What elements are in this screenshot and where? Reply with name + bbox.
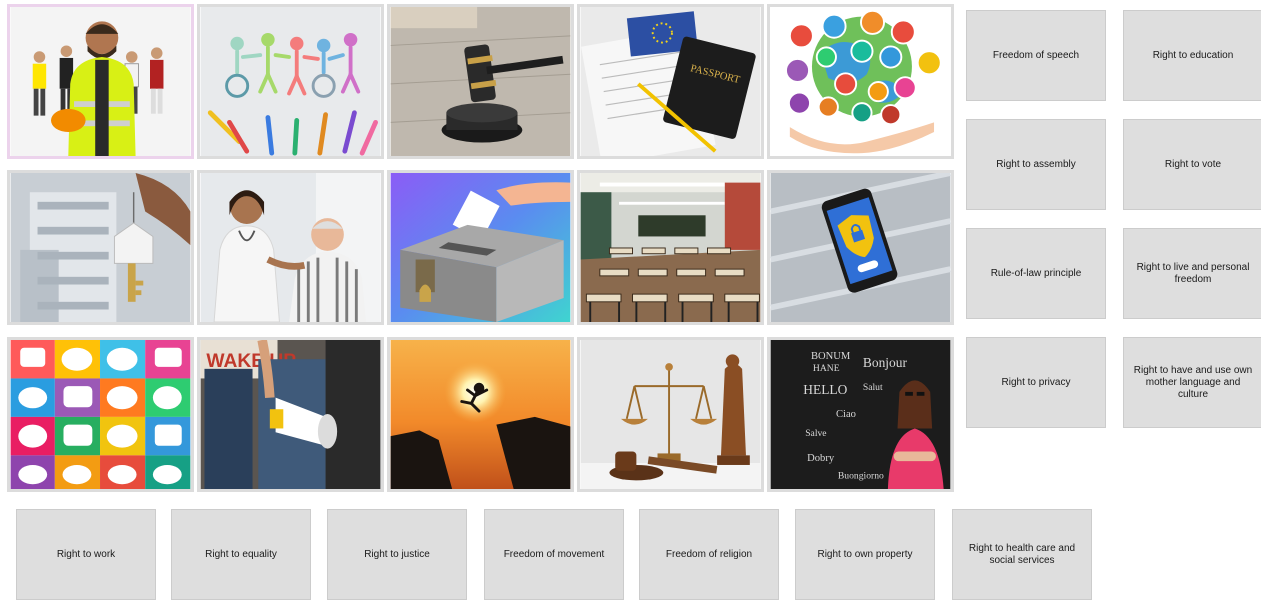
card-rule-of-law[interactable]: Rule-of-law principle [966,228,1106,319]
image-tile-classroom[interactable] [577,170,764,325]
phone-shield-image [770,173,951,322]
nurse-elderly-image [200,173,381,322]
card-right-to-assembly[interactable]: Right to assembly [966,119,1106,210]
chalk-word: BONUM [811,351,851,362]
chalkboard-image: BONUM HANE Bonjour HELLO Salut Ciao Salv… [770,340,951,489]
card-freedom-of-movement[interactable]: Freedom of movement [484,509,624,600]
card-freedom-of-religion[interactable]: Freedom of religion [639,509,779,600]
scales-image [580,340,761,489]
chalk-word: Bonjour [863,355,908,370]
image-tile-workers[interactable] [7,4,194,159]
card-right-to-work[interactable]: Right to work [16,509,156,600]
speech-bubbles-image [10,340,191,489]
chalk-word: HELLO [803,382,847,397]
card-right-to-privacy[interactable]: Right to privacy [966,337,1106,428]
image-tile-ballot[interactable] [387,170,574,325]
card-right-to-vote[interactable]: Right to vote [1123,119,1261,210]
card-right-to-justice[interactable]: Right to justice [327,509,467,600]
paper-people-image [200,7,381,156]
image-tile-house-key[interactable] [7,170,194,325]
gavel-image [390,7,571,156]
chalk-word: Buongiorno [838,470,884,481]
image-tile-scales[interactable] [577,337,764,492]
card-mother-language-and-culture[interactable]: Right to have and use own mother languag… [1123,337,1261,428]
megaphone-image: WAKE UP [200,340,381,489]
image-tile-protest[interactable]: WAKE UP [197,337,384,492]
card-freedom-of-speech[interactable]: Freedom of speech [966,10,1106,101]
card-right-to-education[interactable]: Right to education [1123,10,1261,101]
jump-image [390,340,571,489]
card-right-to-live-and-personal-freedom[interactable]: Right to live and personal freedom [1123,228,1261,319]
chalk-word: Dobry [807,453,835,464]
card-right-to-health-care[interactable]: Right to health care and social services [952,509,1092,600]
image-tile-nurse[interactable] [197,170,384,325]
image-tile-jump[interactable] [387,337,574,492]
workers-image [10,7,191,156]
image-tile-speech-bubbles[interactable] [7,337,194,492]
chalk-word: Salve [805,428,826,439]
ballot-box-image [390,173,571,322]
image-tile-religion[interactable] [767,4,954,159]
passport-image: PASSPORT [580,7,761,156]
image-tile-paper-people[interactable] [197,4,384,159]
image-tile-passport[interactable]: PASSPORT [577,4,764,159]
image-tile-languages[interactable]: BONUM HANE Bonjour HELLO Salut Ciao Salv… [767,337,954,492]
chalk-word: Salut [863,382,883,393]
house-key-image [10,173,191,322]
card-right-to-equality[interactable]: Right to equality [171,509,311,600]
chalk-word: HANE [813,363,840,374]
classroom-image [580,173,761,322]
image-tile-gavel[interactable] [387,4,574,159]
chalk-word: Ciao [836,409,856,420]
card-right-to-own-property[interactable]: Right to own property [795,509,935,600]
religion-symbols-image [770,7,951,156]
image-tile-phone-shield[interactable] [767,170,954,325]
